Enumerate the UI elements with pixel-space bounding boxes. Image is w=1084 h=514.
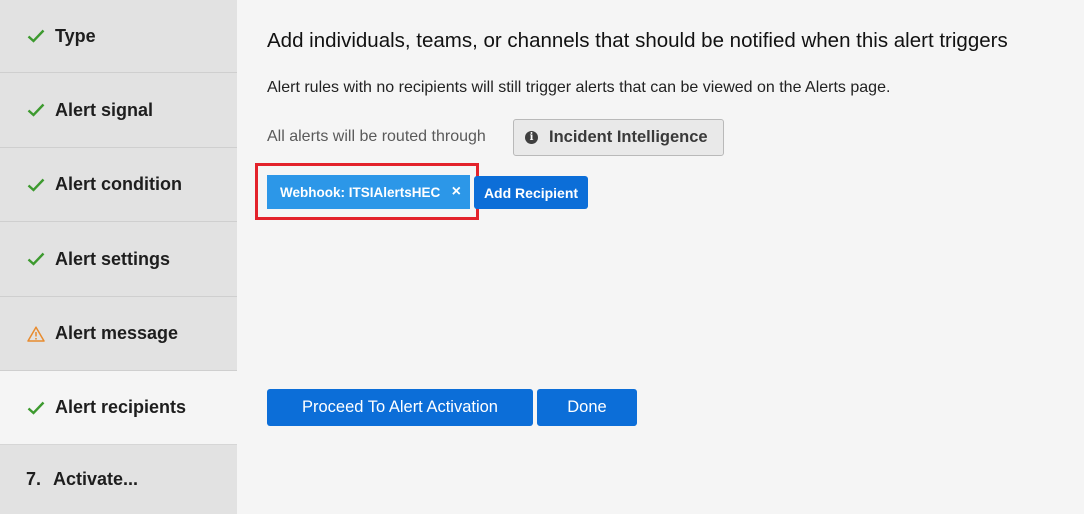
info-text: Alert rules with no recipients will stil… — [267, 79, 891, 96]
step-alert-signal[interactable]: Alert signal — [0, 73, 237, 148]
check-icon — [26, 249, 46, 269]
step-label: Alert settings — [55, 248, 171, 269]
check-icon — [26, 175, 46, 195]
step-type[interactable]: Type — [0, 0, 237, 73]
step-label: Alert recipients — [55, 397, 187, 417]
page-title: Add individuals, teams, or channels that… — [267, 29, 1008, 52]
step-label: Alert condition — [55, 174, 182, 194]
step-label: Alert signal — [55, 99, 154, 120]
incident-intelligence-button[interactable]: i Incident Intelligence — [513, 119, 724, 156]
route-label: All alerts will be routed through — [267, 128, 486, 145]
check-icon — [26, 100, 46, 120]
step-label: Alert message — [55, 323, 179, 343]
step-alert-message[interactable]: Alert message — [0, 297, 237, 371]
done-button[interactable]: Done — [537, 389, 637, 426]
recipient-chip[interactable]: Webhook: ITSIAlertsHEC × — [267, 175, 470, 209]
check-icon — [26, 26, 46, 46]
step-label: Type — [55, 25, 96, 46]
integration-label: Incident Intelligence — [549, 128, 708, 146]
info-icon: i — [525, 131, 538, 144]
close-icon[interactable]: × — [452, 182, 461, 202]
step-number: 7. — [26, 469, 42, 489]
wizard-sidebar: Type Alert signal Alert condition Alert … — [0, 0, 237, 514]
check-icon — [26, 398, 46, 418]
step-label: Activate... — [53, 469, 139, 489]
warning-icon — [26, 324, 46, 344]
add-recipient-button[interactable]: Add Recipient — [474, 176, 588, 209]
step-activate[interactable]: 7. Activate... — [0, 445, 237, 514]
step-alert-recipients[interactable]: Alert recipients — [0, 371, 237, 445]
step-alert-condition[interactable]: Alert condition — [0, 148, 237, 222]
recipient-label: Webhook: ITSIAlertsHEC — [280, 184, 441, 200]
proceed-button[interactable]: Proceed To Alert Activation — [267, 389, 533, 426]
step-alert-settings[interactable]: Alert settings — [0, 222, 237, 297]
